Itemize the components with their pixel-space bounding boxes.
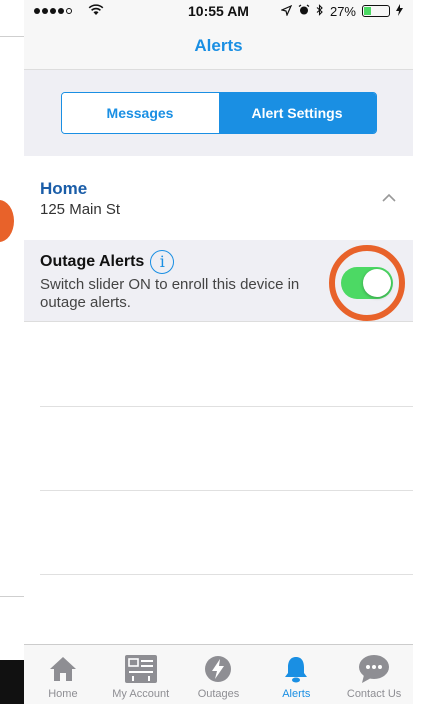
segment-area: Messages Alert Settings bbox=[24, 70, 413, 156]
adjacent-divider bbox=[0, 596, 24, 597]
location-info: Home 125 Main St bbox=[40, 179, 120, 218]
outage-alerts-text: Outage Alerts i Switch slider ON to enro… bbox=[40, 249, 340, 312]
navigation-bar: Alerts bbox=[24, 22, 413, 70]
phone-screen: 10:55 AM 27% Alerts Messages Alert Setti… bbox=[24, 0, 413, 704]
account-icon bbox=[124, 652, 158, 686]
list-separator bbox=[40, 406, 413, 407]
tab-outages[interactable]: Outages bbox=[180, 645, 258, 704]
tab-label: Home bbox=[48, 688, 78, 700]
home-icon bbox=[46, 652, 80, 686]
status-bar: 10:55 AM 27% bbox=[24, 0, 413, 22]
tab-alerts[interactable]: Alerts bbox=[257, 645, 335, 704]
location-header[interactable]: Home 125 Main St bbox=[24, 156, 413, 240]
tab-home[interactable]: Home bbox=[24, 645, 102, 704]
outage-alerts-title: Outage Alerts bbox=[40, 252, 145, 270]
tab-messages[interactable]: Messages bbox=[61, 93, 219, 133]
location-name: Home bbox=[40, 178, 88, 198]
outage-alerts-toggle[interactable] bbox=[341, 267, 393, 299]
signal-strength-icon bbox=[34, 8, 72, 14]
tab-alert-settings[interactable]: Alert Settings bbox=[218, 93, 376, 133]
tab-label: Contact Us bbox=[346, 688, 402, 700]
page-title: Alerts bbox=[194, 35, 243, 55]
outage-alerts-title-line: Outage Alerts i bbox=[40, 249, 340, 274]
empty-list-area bbox=[24, 322, 413, 634]
location-address: 125 Main St bbox=[40, 200, 121, 218]
tab-label: My Account bbox=[112, 688, 170, 700]
adjacent-screenshot-right bbox=[413, 0, 421, 704]
alarm-icon bbox=[298, 3, 310, 19]
tab-label: Alerts bbox=[282, 688, 311, 700]
status-right: 27% bbox=[280, 3, 403, 19]
status-left bbox=[34, 3, 104, 19]
tab-contact-us[interactable]: Contact Us bbox=[335, 645, 413, 704]
adjacent-highlight-mark bbox=[0, 200, 14, 242]
segmented-control: Messages Alert Settings bbox=[60, 92, 377, 134]
highlight-ring bbox=[329, 245, 405, 321]
outages-icon bbox=[201, 652, 235, 686]
chat-icon bbox=[357, 652, 391, 686]
chevron-up-icon[interactable] bbox=[379, 188, 399, 208]
location-arrow-icon bbox=[280, 4, 293, 19]
info-icon[interactable]: i bbox=[150, 249, 175, 274]
battery-icon bbox=[362, 5, 390, 17]
adjacent-divider bbox=[0, 36, 24, 37]
outage-alerts-row: Outage Alerts i Switch slider ON to enro… bbox=[24, 240, 413, 322]
wifi-icon bbox=[88, 3, 104, 19]
list-separator bbox=[40, 574, 413, 575]
charging-bolt-icon bbox=[396, 3, 403, 19]
bluetooth-icon bbox=[316, 3, 324, 19]
tab-bar: Home My Account Outages Alerts Contact U… bbox=[24, 644, 413, 704]
tab-my-account[interactable]: My Account bbox=[102, 645, 180, 704]
adjacent-dark-area bbox=[0, 660, 24, 704]
toggle-knob[interactable] bbox=[363, 269, 391, 297]
bell-icon bbox=[279, 652, 313, 686]
adjacent-screenshot-left bbox=[0, 0, 24, 704]
list-separator bbox=[40, 490, 413, 491]
tab-label: Outages bbox=[197, 688, 240, 700]
battery-percent: 27% bbox=[329, 3, 356, 19]
outage-alerts-description: Switch slider ON to enroll this device i… bbox=[40, 275, 300, 311]
